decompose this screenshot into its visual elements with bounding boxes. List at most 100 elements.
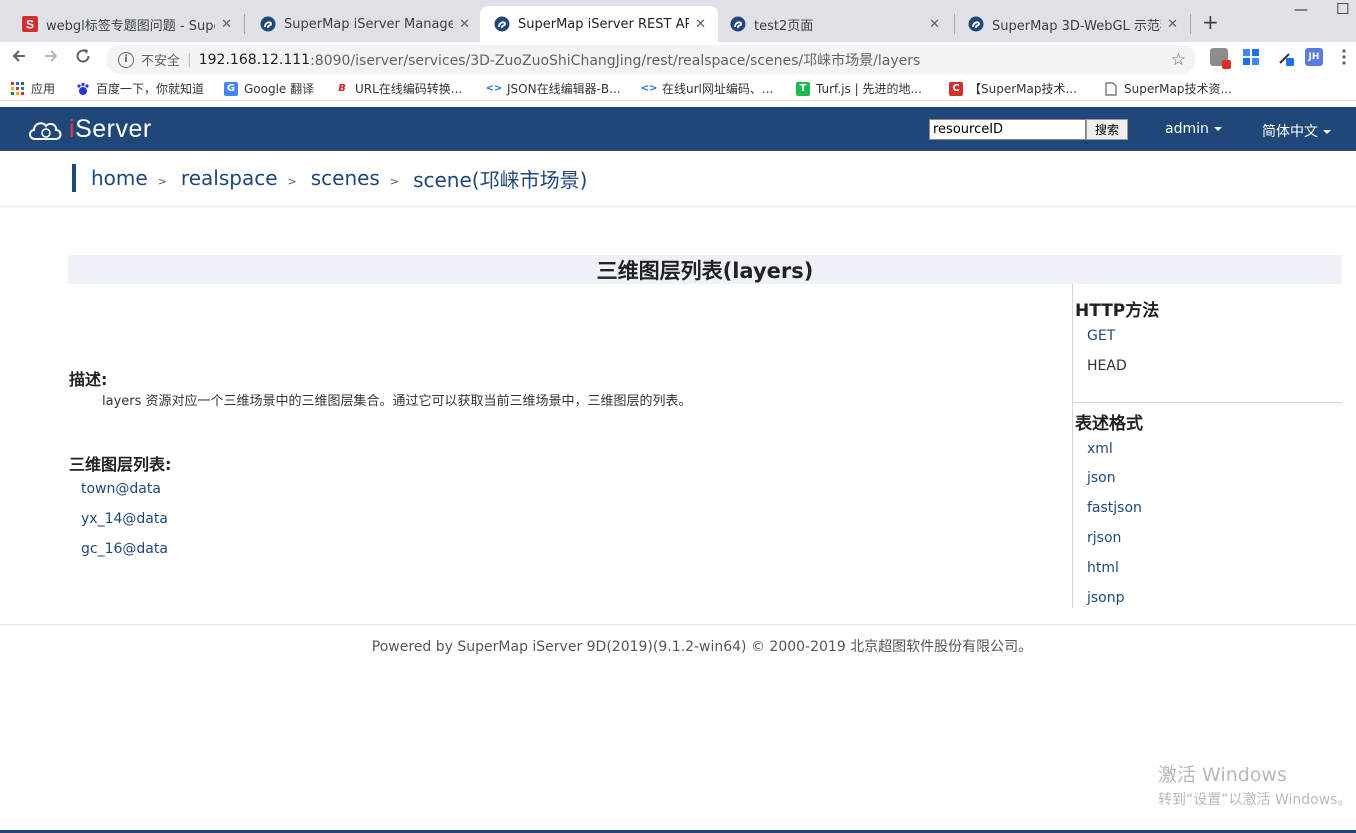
reload-icon[interactable] xyxy=(74,47,92,70)
forward-arrow-icon[interactable] xyxy=(42,47,60,70)
breadcrumb-home[interactable]: home xyxy=(91,166,148,190)
format-json-link[interactable]: json xyxy=(1087,470,1116,486)
user-menu[interactable]: admin xyxy=(1165,121,1222,137)
supermap-icon xyxy=(968,16,984,32)
tab-title: SuperMap iServer Manager xyxy=(284,16,454,32)
jh-extension-icon[interactable]: JH xyxy=(1305,48,1323,66)
tab-close-icon[interactable]: ✕ xyxy=(929,17,940,32)
layer-link[interactable]: yx_14@data xyxy=(81,511,168,527)
code-icon: <> xyxy=(485,83,503,94)
page-icon xyxy=(1104,81,1118,96)
code-icon: <> xyxy=(640,83,658,94)
layer-link[interactable]: town@data xyxy=(81,481,161,497)
format-html-link[interactable]: html xyxy=(1087,560,1119,576)
breadcrumb-separator: > xyxy=(389,174,400,188)
format-rjson-link[interactable]: rjson xyxy=(1087,530,1121,546)
browser-tab[interactable]: SuperMap iServer Manager ✕ xyxy=(246,6,482,42)
bookmark-label: JSON在线编辑器-B... xyxy=(507,82,621,96)
tab-title: SuperMap iServer REST API xyxy=(518,16,690,32)
browser-tab[interactable]: test2页面 ✕ xyxy=(716,6,952,42)
bookmark-apps[interactable]: 应用 xyxy=(11,80,55,97)
bookmark-url-encode[interactable]: B URL在线编码转换... xyxy=(335,80,462,97)
caret-down-icon xyxy=(1323,130,1331,134)
not-secure-label: 不安全 xyxy=(141,54,181,69)
url-host: 192.168.12.111 xyxy=(198,51,311,68)
breadcrumb-separator: > xyxy=(287,174,297,188)
bookmark-supermap-tech[interactable]: C 【SuperMap技术... xyxy=(949,80,1077,97)
bookmark-url-encoder[interactable]: <> 在线url网址编码、... xyxy=(640,80,774,97)
watermark-line2: 转到“设置”以激活 Windows。 xyxy=(1158,792,1352,808)
bookmark-baidu[interactable]: 百度一下，你就知道 xyxy=(76,80,204,97)
tab-divider xyxy=(244,14,245,34)
bookmark-label: 在线url网址编码、... xyxy=(662,82,774,96)
method-get-link[interactable]: GET xyxy=(1087,328,1115,344)
address-bar-row: i 不安全 | 192.168.12.111:8090/iserver/serv… xyxy=(0,42,1356,76)
google-translate-icon: G xyxy=(224,81,238,96)
logo-text: iServer xyxy=(69,115,152,144)
url-path: :8090/iserver/services/3D-ZuoZuoShiChang… xyxy=(310,52,921,69)
http-methods-heading: HTTP方法 xyxy=(1075,301,1160,321)
formats-heading: 表述格式 xyxy=(1075,414,1143,434)
bookmark-json-editor[interactable]: <> JSON在线编辑器-B... xyxy=(485,80,621,97)
format-fastjson-link[interactable]: fastjson xyxy=(1087,500,1142,516)
tab-close-icon[interactable]: ✕ xyxy=(1167,17,1178,32)
layer-link[interactable]: gc_16@data xyxy=(81,541,168,557)
extension-icon[interactable] xyxy=(1210,48,1231,69)
bookmark-label: 应用 xyxy=(31,82,56,96)
minimize-icon[interactable]: — xyxy=(1294,2,1308,18)
divider xyxy=(0,206,1356,207)
page-title: 三维图层列表(layers) xyxy=(68,255,1342,284)
bookmark-label: Google 翻译 xyxy=(244,82,315,96)
format-jsonp-link[interactable]: jsonp xyxy=(1087,590,1125,606)
sidebar-divider xyxy=(1073,402,1342,403)
breadcrumb-scenes[interactable]: scenes xyxy=(311,166,380,190)
bookmark-label: SuperMap技术资... xyxy=(1124,82,1232,96)
new-tab-button[interactable]: + xyxy=(1202,10,1219,34)
format-xml-link[interactable]: xml xyxy=(1087,441,1113,457)
browser-tab[interactable]: SuperMap 3D-WebGL 示范程序 ✕ xyxy=(954,6,1190,42)
c-icon: C xyxy=(949,81,963,96)
resource-search-input[interactable] xyxy=(929,119,1086,140)
breadcrumb-scene[interactable]: scene(邛崃市场景) xyxy=(413,164,587,193)
user-name: admin xyxy=(1165,121,1209,137)
tab-title: test2页面 xyxy=(754,18,814,34)
bookmark-label: 【SuperMap技术... xyxy=(969,82,1077,96)
url-bar[interactable]: i 不安全 | 192.168.12.111:8090/iserver/serv… xyxy=(106,45,1196,74)
tab-close-icon[interactable]: ✕ xyxy=(695,17,706,32)
menu-icon[interactable] xyxy=(1342,48,1346,66)
extension-grid-icon[interactable] xyxy=(1242,48,1260,66)
b-icon: B xyxy=(338,83,346,94)
breadcrumb-realspace[interactable]: realspace xyxy=(181,166,278,190)
maximize-icon[interactable]: ☐ xyxy=(1336,0,1349,18)
eyedropper-extension-icon[interactable] xyxy=(1277,48,1295,66)
browser-tab-active[interactable]: SuperMap iServer REST API ✕ xyxy=(480,6,718,42)
browser-tab[interactable]: S webgl标签专题图问题 - SuperM ✕ xyxy=(8,6,244,42)
tab-divider xyxy=(1190,14,1191,34)
language-menu[interactable]: 简体中文 xyxy=(1262,121,1331,141)
apps-icon xyxy=(11,81,25,96)
bookmark-label: URL在线编码转换... xyxy=(355,82,463,96)
bookmark-turf[interactable]: T Turf.js | 先进的地... xyxy=(796,80,922,97)
url-divider: | xyxy=(187,51,192,68)
back-arrow-icon[interactable] xyxy=(10,47,28,70)
info-icon[interactable]: i xyxy=(118,51,134,68)
iserver-logo[interactable]: iServer xyxy=(27,115,152,144)
cloud-logo-icon xyxy=(29,121,62,140)
svg-text:S: S xyxy=(26,18,34,32)
breadcrumb: home > realspace > scenes > scene(邛崃市场景) xyxy=(72,164,587,192)
supermap-icon xyxy=(730,16,746,32)
t-icon: T xyxy=(796,81,810,96)
logo-name: Server xyxy=(75,115,152,143)
tab-close-icon[interactable]: ✕ xyxy=(221,17,232,32)
divider xyxy=(0,624,1356,625)
app-header: iServer 搜索 admin 简体中文 xyxy=(0,107,1356,151)
bookmark-supermap-docs[interactable]: SuperMap技术资... xyxy=(1104,80,1232,97)
tab-title: webgl标签专题图问题 - SuperM xyxy=(46,18,215,34)
bookmark-google-translate[interactable]: G Google 翻译 xyxy=(224,80,314,97)
baidu-icon xyxy=(76,82,90,96)
search-button[interactable]: 搜索 xyxy=(1086,119,1128,140)
tab-close-icon[interactable]: ✕ xyxy=(459,17,470,32)
caret-down-icon xyxy=(1213,127,1222,131)
description-text: layers 资源对应一个三维场景中的三维图层集合。通过它可以获取当前三维场景中… xyxy=(102,394,692,409)
bookmark-star-icon[interactable]: ☆ xyxy=(1171,50,1186,70)
